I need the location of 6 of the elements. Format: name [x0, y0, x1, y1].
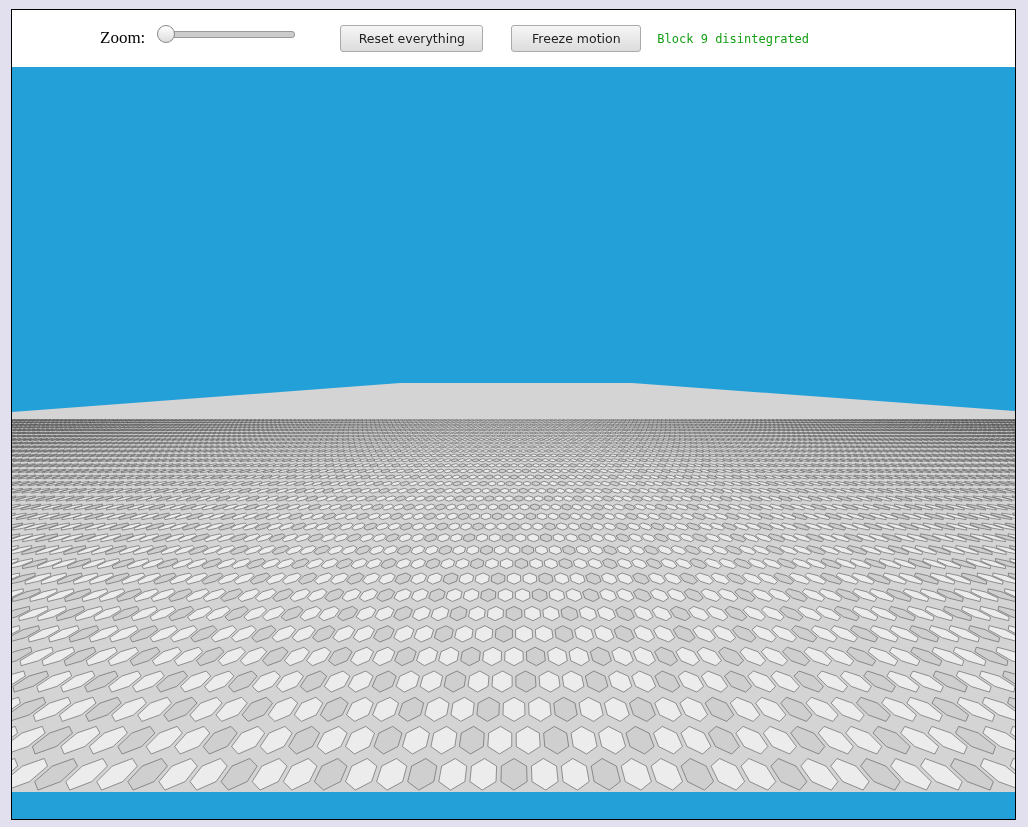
- toolbar-button[interactable]: Reset everything: [340, 25, 484, 52]
- status-message: Block 9 disintegrated: [657, 31, 810, 46]
- toolbar-button[interactable]: Freeze motion: [511, 25, 642, 52]
- zoom-label: Zoom:: [100, 27, 146, 48]
- zoom-slider[interactable]: [157, 24, 298, 43]
- slider-thumb[interactable]: [157, 24, 176, 43]
